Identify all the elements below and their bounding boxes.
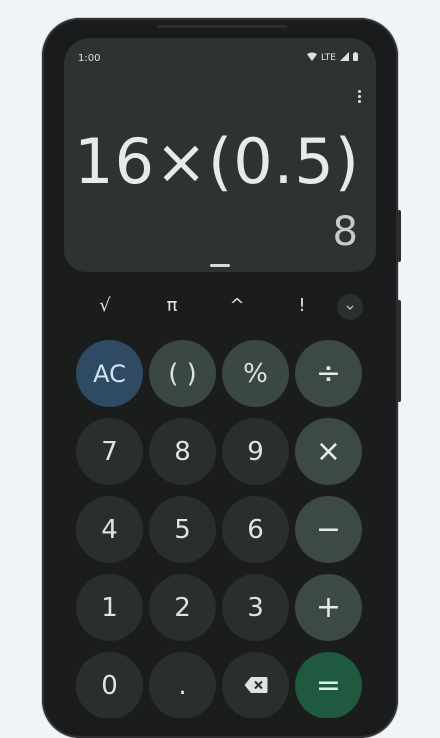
power-button: [397, 210, 401, 262]
divide-button[interactable]: ÷: [295, 340, 362, 407]
digit-3-button[interactable]: 3: [222, 574, 289, 641]
plus-button[interactable]: +: [295, 574, 362, 641]
plus-label: +: [315, 590, 342, 625]
result-preview: 8: [332, 209, 358, 255]
digit-label: 6: [247, 514, 264, 545]
multiply-button[interactable]: ×: [295, 418, 362, 485]
digit-7-button[interactable]: 7: [76, 418, 143, 485]
phone-screen: 1:00 LTE 16×(0.5) 8 √ π ^ ! AC ( ) % ÷ 7: [64, 38, 376, 718]
minus-button[interactable]: −: [295, 496, 362, 563]
minus-label: −: [315, 512, 342, 547]
battery-icon: [353, 52, 358, 64]
pi-button[interactable]: π: [147, 292, 197, 320]
backspace-icon: [244, 671, 268, 701]
all-clear-button[interactable]: AC: [76, 340, 143, 407]
decimal-label: .: [178, 670, 187, 701]
status-time: 1:00: [78, 53, 101, 64]
decimal-button[interactable]: .: [149, 652, 216, 718]
percent-button[interactable]: %: [222, 340, 289, 407]
digit-4-button[interactable]: 4: [76, 496, 143, 563]
percent-label: %: [243, 358, 268, 389]
digit-5-button[interactable]: 5: [149, 496, 216, 563]
digit-2-button[interactable]: 2: [149, 574, 216, 641]
equals-label: =: [315, 668, 342, 703]
wifi-icon: [307, 52, 318, 64]
power-button-key[interactable]: ^: [212, 292, 262, 320]
more-vert-icon[interactable]: [358, 90, 362, 103]
digit-label: 8: [174, 436, 191, 467]
sqrt-button[interactable]: √: [80, 292, 130, 320]
parentheses-label: ( ): [168, 358, 197, 389]
digit-9-button[interactable]: 9: [222, 418, 289, 485]
expression-display[interactable]: 16×(0.5): [74, 126, 360, 198]
network-label: LTE: [321, 53, 336, 63]
equals-button[interactable]: =: [295, 652, 362, 718]
all-clear-label: AC: [93, 359, 126, 388]
chevron-down-icon[interactable]: [337, 294, 363, 320]
digit-label: 7: [101, 436, 118, 467]
digit-label: 1: [101, 592, 118, 623]
digit-label: 0: [101, 670, 118, 701]
signal-icon: [340, 52, 349, 64]
backspace-button[interactable]: [222, 652, 289, 718]
factorial-button[interactable]: !: [277, 292, 327, 320]
drag-handle[interactable]: [210, 264, 230, 267]
digit-1-button[interactable]: 1: [76, 574, 143, 641]
digit-label: 3: [247, 592, 264, 623]
digit-label: 5: [174, 514, 191, 545]
calculator-display: 1:00 LTE 16×(0.5) 8: [64, 38, 376, 272]
digit-label: 4: [101, 514, 118, 545]
digit-6-button[interactable]: 6: [222, 496, 289, 563]
digit-8-button[interactable]: 8: [149, 418, 216, 485]
scientific-row: √ π ^ !: [64, 292, 376, 320]
digit-label: 2: [174, 592, 191, 623]
divide-label: ÷: [315, 356, 342, 391]
status-icons: LTE: [307, 52, 358, 64]
parentheses-button[interactable]: ( ): [149, 340, 216, 407]
digit-0-button[interactable]: 0: [76, 652, 143, 718]
digit-label: 9: [247, 436, 264, 467]
speaker-grille: [157, 25, 287, 28]
volume-button: [397, 300, 401, 402]
multiply-label: ×: [315, 434, 342, 469]
